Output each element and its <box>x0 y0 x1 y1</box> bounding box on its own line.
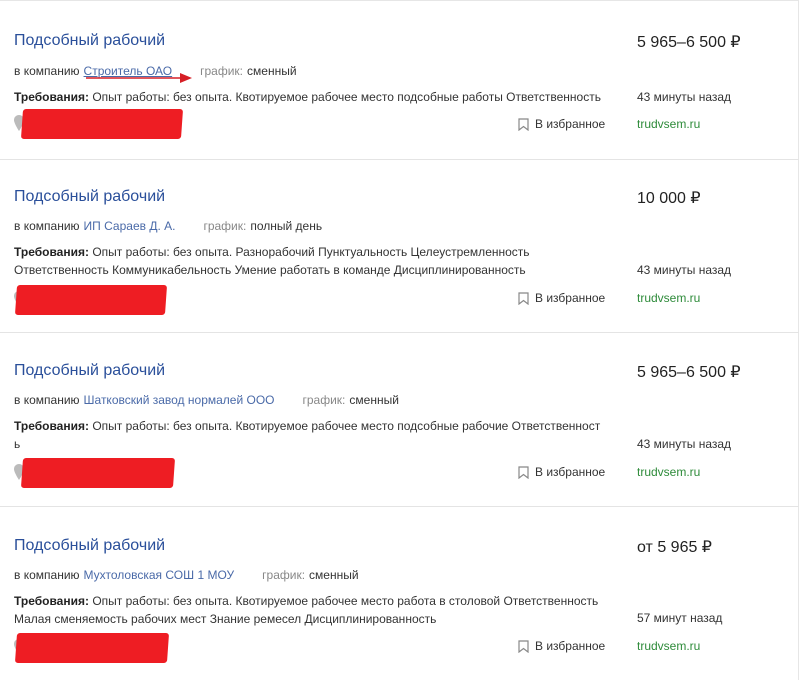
vacancy-salary: 5 965–6 500 ₽ <box>637 364 741 381</box>
source-link[interactable]: trudvsem.ru <box>637 465 700 479</box>
vacancy-requirements: Требования: Опыт работы: без опыта. Квот… <box>14 417 604 453</box>
favorite-label: В избранное <box>535 639 606 653</box>
requirements-label: Требования: <box>14 90 89 104</box>
requirements-text: Опыт работы: без опыта. Разнорабочий Пун… <box>14 245 530 277</box>
source-link[interactable]: trudvsem.ru <box>637 117 700 131</box>
posted-time: 57 минут назад <box>637 611 723 625</box>
posted-time: 43 минуты назад <box>637 90 732 104</box>
bookmark-icon <box>518 291 529 305</box>
source-link[interactable]: trudvsem.ru <box>637 639 700 653</box>
vacancy-title[interactable]: Подсобный рабочий <box>14 362 165 380</box>
vacancy-card: Подсобный рабочий 5 965–6 500 ₽ в компан… <box>0 332 799 507</box>
redacted-location <box>14 633 170 663</box>
vacancy-meta: в компанию Шатковский завод нормалей ООО г… <box>14 393 399 407</box>
redacted-location <box>20 109 184 139</box>
redacted-location <box>20 458 176 488</box>
vacancy-meta: в компанию Мухтоловская СОШ 1 МОУ график: с… <box>14 568 359 582</box>
favorite-button[interactable]: В избранное <box>518 117 605 131</box>
company-link[interactable]: Мухтоловская СОШ 1 МОУ <box>84 568 235 582</box>
company-link[interactable]: Шатковский завод нормалей ООО <box>84 393 275 407</box>
schedule-value: сменный <box>247 64 297 78</box>
favorite-button[interactable]: В избранное <box>518 465 605 479</box>
vacancy-card: Подсобный рабочий от 5 965 ₽ в компанию М… <box>0 506 799 681</box>
redacted-location <box>14 285 168 315</box>
favorite-button[interactable]: В избранное <box>518 639 605 653</box>
vacancy-card: Подсобный рабочий 5 965–6 500 ₽ в компан… <box>0 1 799 160</box>
requirements-label: Требования: <box>14 245 89 259</box>
vacancy-title[interactable]: Подсобный рабочий <box>14 32 165 50</box>
schedule-label: график: <box>203 219 247 233</box>
bookmark-icon <box>518 465 529 479</box>
favorite-label: В избранное <box>535 117 606 131</box>
vacancy-salary: от 5 965 ₽ <box>637 539 712 556</box>
favorite-label: В избранное <box>535 291 606 305</box>
vacancy-list: Подсобный рабочий 5 965–6 500 ₽ в компан… <box>0 0 799 680</box>
company-prefix: в компанию <box>14 64 80 78</box>
vacancy-salary: 10 000 ₽ <box>637 190 701 207</box>
requirements-label: Требования: <box>14 419 89 433</box>
vacancy-card: Подсобный рабочий 10 000 ₽ в компанию ИП … <box>0 159 799 333</box>
schedule-value: сменный <box>309 568 359 582</box>
source-link[interactable]: trudvsem.ru <box>637 291 700 305</box>
schedule-label: график: <box>302 393 346 407</box>
vacancy-requirements: Требования: Опыт работы: без опыта. Квот… <box>14 88 614 106</box>
posted-time: 43 минуты назад <box>637 437 732 451</box>
company-prefix: в компанию <box>14 219 80 233</box>
bookmark-icon <box>518 117 529 131</box>
company-prefix: в компанию <box>14 393 80 407</box>
requirements-label: Требования: <box>14 594 89 608</box>
requirements-text: Опыт работы: без опыта. Квотируемое рабо… <box>92 90 601 104</box>
posted-time: 43 минуты назад <box>637 263 732 277</box>
vacancy-title[interactable]: Подсобный рабочий <box>14 188 165 206</box>
schedule-value: сменный <box>349 393 399 407</box>
schedule-label: график: <box>262 568 306 582</box>
favorite-button[interactable]: В избранное <box>518 291 605 305</box>
schedule-value: полный день <box>250 219 323 233</box>
company-link[interactable]: ИП Сараев Д. А. <box>84 219 176 233</box>
requirements-text: Опыт работы: без опыта. Квотируемое рабо… <box>14 419 601 451</box>
requirements-text: Опыт работы: без опыта. Квотируемое рабо… <box>14 594 599 626</box>
vacancy-salary: 5 965–6 500 ₽ <box>637 34 741 51</box>
schedule-label: график: <box>200 64 244 78</box>
vacancy-requirements: Требования: Опыт работы: без опыта. Квот… <box>14 592 614 628</box>
bookmark-icon <box>518 639 529 653</box>
vacancy-meta: в компанию ИП Сараев Д. А. график: полный д… <box>14 219 322 233</box>
favorite-label: В избранное <box>535 465 606 479</box>
vacancy-requirements: Требования: Опыт работы: без опыта. Разн… <box>14 243 574 279</box>
annotation-arrow-icon <box>86 73 192 83</box>
company-prefix: в компанию <box>14 568 80 582</box>
vacancy-title[interactable]: Подсобный рабочий <box>14 537 165 555</box>
